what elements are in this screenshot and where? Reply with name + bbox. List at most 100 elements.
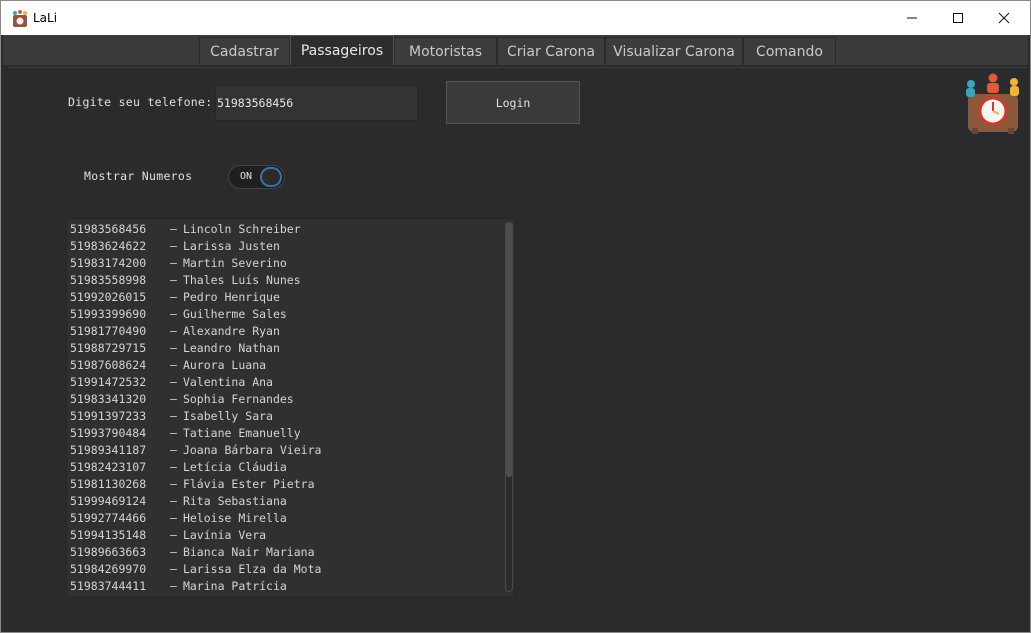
minimize-button[interactable] bbox=[889, 1, 935, 35]
list-item[interactable]: 51992026015 – Pedro Henrique bbox=[67, 289, 507, 306]
list-item[interactable]: 51981130268 – Flávia Ester Pietra bbox=[67, 476, 507, 493]
list-item[interactable]: 51984269970 – Larissa Elza da Mota bbox=[67, 561, 507, 578]
passenger-separator: – bbox=[156, 392, 177, 406]
passenger-name: Heloise Mirella bbox=[182, 511, 287, 525]
passenger-separator: – bbox=[156, 460, 177, 474]
tab-passageiros[interactable]: Passageiros bbox=[290, 35, 394, 65]
passenger-phone: 51983174200 bbox=[70, 256, 147, 270]
passenger-phone: 51989663663 bbox=[70, 545, 147, 559]
passenger-name: Rita Sebastiana bbox=[182, 494, 287, 508]
passenger-phone: 51984269970 bbox=[70, 562, 147, 576]
passenger-list[interactable]: 51983568456 – Lincoln Schreiber 5198362462… bbox=[66, 218, 515, 597]
tab-visualizar-carona[interactable]: Visualizar Carona bbox=[605, 37, 743, 65]
passenger-separator: – bbox=[156, 358, 177, 372]
passenger-separator: – bbox=[156, 375, 177, 389]
show-numbers-label: Mostrar Numeros bbox=[84, 169, 193, 183]
lali-logo-icon bbox=[966, 73, 1019, 134]
passenger-separator: – bbox=[156, 477, 177, 491]
tab-bar: Cadastrar Passageiros Motoristas Criar C… bbox=[3, 35, 1028, 65]
passenger-phone: 51994135148 bbox=[70, 528, 147, 542]
list-scrollbar[interactable] bbox=[505, 222, 513, 592]
passenger-separator: – bbox=[156, 290, 177, 304]
passenger-name: Martin Severino bbox=[182, 256, 287, 270]
passenger-phone: 51983341320 bbox=[70, 392, 147, 406]
passenger-name: Bianca Nair Mariana bbox=[182, 545, 315, 559]
app-window: LaLi Cadastrar Passageiros Motoristas Cr… bbox=[0, 0, 1031, 633]
passenger-separator: – bbox=[156, 528, 177, 542]
passenger-separator: – bbox=[156, 222, 177, 236]
passenger-phone: 51989341187 bbox=[70, 443, 147, 457]
passenger-phone: 51983744411 bbox=[70, 579, 147, 593]
list-item[interactable]: 51987608624 – Aurora Luana bbox=[67, 357, 507, 374]
tab-motoristas[interactable]: Motoristas bbox=[394, 37, 497, 65]
passenger-phone: 51993790484 bbox=[70, 426, 147, 440]
passenger-name: Marina Patrícia bbox=[182, 579, 287, 593]
passenger-name: Valentina Ana bbox=[182, 375, 273, 389]
list-item[interactable]: 51999469124 – Rita Sebastiana bbox=[67, 493, 507, 510]
passenger-separator: – bbox=[156, 341, 177, 355]
list-item[interactable]: 51983744411 – Marina Patrícia bbox=[67, 578, 507, 595]
passenger-name: Larissa Elza da Mota bbox=[182, 562, 322, 576]
list-item[interactable]: 51992774466 – Heloise Mirella bbox=[67, 510, 507, 527]
list-item[interactable]: 51981770490 – Alexandre Ryan bbox=[67, 323, 507, 340]
passenger-name: Thales Luís Nunes bbox=[182, 273, 301, 287]
list-item[interactable]: 51983568456 – Lincoln Schreiber bbox=[67, 221, 507, 238]
show-numbers-toggle[interactable]: ON bbox=[228, 165, 285, 189]
passenger-separator: – bbox=[156, 443, 177, 457]
passenger-name: Flávia Ester Pietra bbox=[182, 477, 315, 491]
passenger-name: Alexandre Ryan bbox=[182, 324, 280, 338]
list-item[interactable]: 51983174200 – Martin Severino bbox=[67, 255, 507, 272]
list-item[interactable]: 51982423107 – Letícia Cláudia bbox=[67, 459, 507, 476]
passenger-separator: – bbox=[156, 562, 177, 576]
list-item[interactable]: 51988729715 – Leandro Nathan bbox=[67, 340, 507, 357]
passenger-separator: – bbox=[156, 511, 177, 525]
passenger-phone: 51988729715 bbox=[70, 341, 147, 355]
list-item[interactable]: 51994135148 – Lavínia Vera bbox=[67, 527, 507, 544]
phone-input[interactable] bbox=[215, 85, 418, 121]
passenger-name: Guilherme Sales bbox=[182, 307, 287, 321]
list-item[interactable]: 51993790484 – Tatiane Emanuelly bbox=[67, 425, 507, 442]
passenger-name: Larissa Justen bbox=[182, 239, 280, 253]
list-item[interactable]: 51989663663 – Bianca Nair Mariana bbox=[67, 544, 507, 561]
tab-comando[interactable]: Comando bbox=[743, 37, 836, 65]
list-item[interactable]: 51983341320 – Sophia Fernandes bbox=[67, 391, 507, 408]
passenger-name: Leandro Nathan bbox=[182, 341, 280, 355]
maximize-icon bbox=[953, 13, 963, 23]
tab-cadastrar[interactable]: Cadastrar bbox=[199, 37, 290, 65]
passenger-separator: – bbox=[156, 273, 177, 287]
maximize-button[interactable] bbox=[935, 1, 981, 35]
passenger-name: Isabelly Sara bbox=[182, 409, 273, 423]
passenger-name: Letícia Cláudia bbox=[182, 460, 287, 474]
passenger-separator: – bbox=[156, 324, 177, 338]
passenger-name: Joana Bárbara Vieira bbox=[182, 443, 322, 457]
close-button[interactable] bbox=[981, 1, 1027, 35]
passenger-phone: 51991472532 bbox=[70, 375, 147, 389]
passenger-separator: – bbox=[156, 239, 177, 253]
passageiros-panel: Digite seu telefone: Login Mostrar Numer… bbox=[9, 67, 1026, 631]
passenger-name: Pedro Henrique bbox=[182, 290, 280, 304]
list-item[interactable]: 51993399690 – Guilherme Sales bbox=[67, 306, 507, 323]
passenger-name: Aurora Luana bbox=[182, 358, 267, 372]
scrollbar-thumb[interactable] bbox=[506, 223, 512, 477]
close-icon bbox=[998, 12, 1010, 24]
passenger-separator: – bbox=[156, 579, 177, 593]
title-bar[interactable]: LaLi bbox=[1, 1, 1030, 35]
passenger-list-items: 51983568456 – Lincoln Schreiber 5198362462… bbox=[67, 221, 507, 595]
list-item[interactable]: 51991472532 – Valentina Ana bbox=[67, 374, 507, 391]
toggle-knob bbox=[260, 167, 282, 187]
tab-criar-carona[interactable]: Criar Carona bbox=[497, 37, 605, 65]
passenger-name: Lincoln Schreiber bbox=[182, 222, 301, 236]
passenger-phone: 51991397233 bbox=[70, 409, 147, 423]
toggle-state-text: ON bbox=[240, 171, 253, 182]
list-item[interactable]: 51983624622 – Larissa Justen bbox=[67, 238, 507, 255]
passenger-phone: 51981770490 bbox=[70, 324, 147, 338]
passenger-separator: – bbox=[156, 494, 177, 508]
list-item[interactable]: 51989341187 – Joana Bárbara Vieira bbox=[67, 442, 507, 459]
passenger-phone: 51992026015 bbox=[70, 290, 147, 304]
passenger-name: Sophia Fernandes bbox=[182, 392, 294, 406]
list-item[interactable]: 51991397233 – Isabelly Sara bbox=[67, 408, 507, 425]
login-button[interactable]: Login bbox=[446, 81, 580, 124]
passenger-phone: 51982423107 bbox=[70, 460, 147, 474]
list-item[interactable]: 51983558998 – Thales Luís Nunes bbox=[67, 272, 507, 289]
passenger-phone: 51983568456 bbox=[70, 222, 147, 236]
